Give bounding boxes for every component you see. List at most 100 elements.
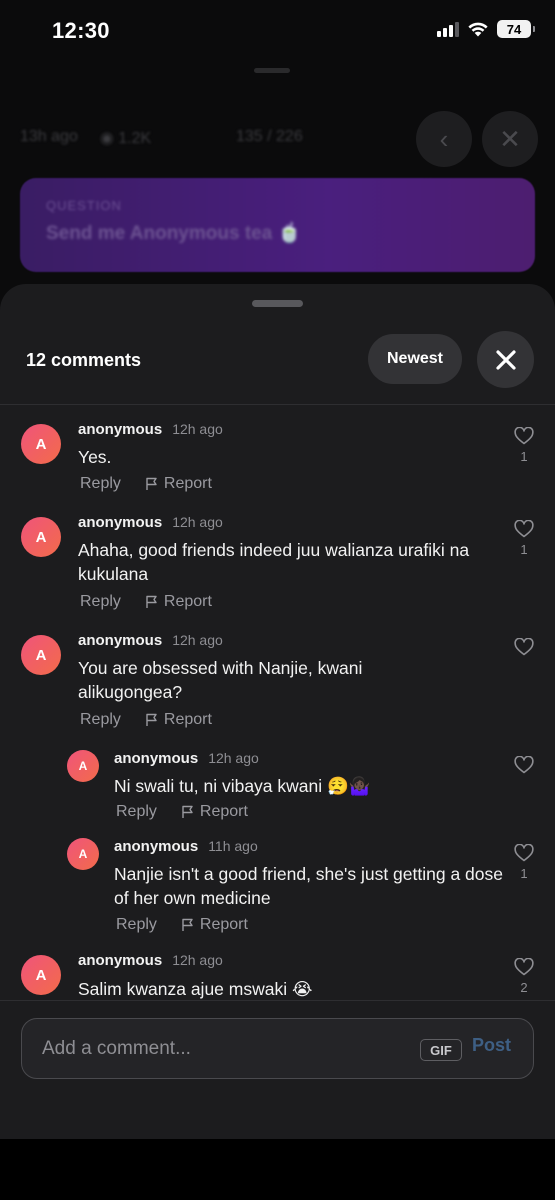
report-button[interactable]: Report xyxy=(145,593,212,611)
avatar[interactable]: A xyxy=(21,517,61,557)
comment-text: Yes. xyxy=(78,447,112,467)
sort-button[interactable]: Newest xyxy=(368,334,462,384)
report-label: Report xyxy=(163,475,212,492)
report-button[interactable]: Report xyxy=(181,916,248,934)
comments-count: 12 comments xyxy=(26,350,142,370)
cellular-signal-icon xyxy=(437,21,459,37)
like-button[interactable]: 1 xyxy=(509,844,539,881)
comment-actions: Reply Report xyxy=(80,593,212,611)
background-question-card: QUESTION Send me Anonymous tea 🍵 xyxy=(20,178,535,272)
question-text: Send me Anonymous tea 🍵 xyxy=(46,223,302,244)
heart-icon xyxy=(514,756,534,774)
reply-button[interactable]: Reply xyxy=(80,593,121,611)
background-back-button: ‹ xyxy=(416,111,472,167)
sheet-drag-handle[interactable] xyxy=(252,300,303,307)
wifi-icon xyxy=(467,21,489,37)
avatar[interactable]: A xyxy=(67,838,99,870)
background-close-button: ✕ xyxy=(482,111,538,167)
report-label: Report xyxy=(199,803,248,820)
bottom-safe-area xyxy=(0,1139,555,1200)
background-post-meta: 13h ago ◉ 1.2K xyxy=(20,128,151,148)
avatar[interactable]: A xyxy=(21,424,61,464)
comment-header: anonymous 12h ago xyxy=(78,632,223,649)
comment-author[interactable]: anonymous xyxy=(114,838,198,855)
status-time: 12:30 xyxy=(52,18,110,43)
chevron-left-icon: ‹ xyxy=(439,123,449,154)
comment-text: Ni swali tu, ni vibaya kwani 😮‍💨🤷🏿‍♀️ xyxy=(114,776,371,796)
avatar[interactable]: A xyxy=(21,955,61,995)
flag-icon xyxy=(182,918,193,931)
report-label: Report xyxy=(163,711,212,728)
like-button[interactable] xyxy=(509,638,539,660)
like-count: 1 xyxy=(520,866,528,881)
comments-list[interactable]: A anonymous 12h ago Yes. Reply Report 1 … xyxy=(0,405,555,1001)
flag-icon xyxy=(146,595,157,608)
comment-input[interactable] xyxy=(42,1035,402,1063)
comment-header: anonymous 12h ago xyxy=(78,514,223,531)
comments-sheet: 12 comments Newest A anonymous 12h ago Y… xyxy=(0,284,555,1139)
background-pager: 135 / 226 xyxy=(236,128,303,145)
avatar[interactable]: A xyxy=(21,635,61,675)
flag-icon xyxy=(182,805,193,818)
like-button[interactable]: 1 xyxy=(509,520,539,557)
heart-icon xyxy=(514,958,534,976)
avatar[interactable]: A xyxy=(67,750,99,782)
comment-header: anonymous 12h ago xyxy=(78,952,223,969)
question-label: QUESTION xyxy=(46,198,122,213)
heart-icon xyxy=(514,520,534,538)
flag-icon xyxy=(146,477,157,490)
comment-time: 12h ago xyxy=(172,514,223,530)
report-button[interactable]: Report xyxy=(181,803,248,821)
heart-icon xyxy=(514,427,534,445)
like-count: 1 xyxy=(520,542,528,557)
close-icon: ✕ xyxy=(499,123,521,154)
flag-icon xyxy=(146,713,157,726)
comment-composer: GIF Post xyxy=(21,1018,534,1079)
comment-text: Ahaha, good friends indeed juu walianza … xyxy=(78,540,470,584)
status-icons: 74 xyxy=(437,20,535,38)
report-button[interactable]: Report xyxy=(145,475,212,493)
background-post-views: ◉ 1.2K xyxy=(99,130,152,147)
reply-button[interactable]: Reply xyxy=(80,475,121,493)
comment-time: 12h ago xyxy=(208,750,259,766)
comment-text: You are obsessed with Nanjie, kwani alik… xyxy=(78,658,363,702)
comment-header: anonymous 12h ago xyxy=(78,421,223,438)
close-button[interactable] xyxy=(477,331,534,388)
report-button[interactable]: Report xyxy=(145,711,212,729)
comment-actions: Reply Report xyxy=(80,711,212,729)
background-post-age: 13h ago xyxy=(20,128,78,145)
comment-text: Nanjie isn't a good friend, she's just g… xyxy=(114,864,504,908)
heart-icon xyxy=(514,844,534,862)
comment-author[interactable]: anonymous xyxy=(78,632,162,649)
post-button[interactable]: Post xyxy=(472,1035,511,1056)
status-bar: 12:30 74 xyxy=(0,0,555,62)
like-count: 1 xyxy=(520,449,528,464)
reply-button[interactable]: Reply xyxy=(80,711,121,729)
comment-author[interactable]: anonymous xyxy=(78,952,162,969)
sheet-header: 12 comments Newest xyxy=(0,330,555,390)
battery-icon: 74 xyxy=(497,20,535,38)
reply-button[interactable]: Reply xyxy=(116,803,157,821)
like-count: 2 xyxy=(520,980,528,995)
composer-divider xyxy=(0,1000,555,1001)
report-label: Report xyxy=(199,916,248,933)
like-button[interactable]: 2 xyxy=(509,958,539,995)
comment-author[interactable]: anonymous xyxy=(114,750,198,767)
comment-header: anonymous 12h ago xyxy=(114,750,259,767)
comment-time: 12h ago xyxy=(172,632,223,648)
comment-author[interactable]: anonymous xyxy=(78,514,162,531)
comment-author[interactable]: anonymous xyxy=(78,421,162,438)
gif-button[interactable]: GIF xyxy=(420,1039,462,1061)
comment-text: Salim kwanza ajue mswaki 😭 xyxy=(78,979,313,999)
like-button[interactable] xyxy=(509,756,539,778)
comment-actions: Reply Report xyxy=(116,803,248,821)
close-icon xyxy=(495,349,516,370)
comment-actions: Reply Report xyxy=(116,916,248,934)
background-drag-handle xyxy=(254,68,290,73)
like-button[interactable]: 1 xyxy=(509,427,539,464)
reply-button[interactable]: Reply xyxy=(116,916,157,934)
comment-header: anonymous 11h ago xyxy=(114,838,258,855)
comment-time: 11h ago xyxy=(208,838,258,854)
heart-icon xyxy=(514,638,534,656)
comment-time: 12h ago xyxy=(172,952,223,968)
